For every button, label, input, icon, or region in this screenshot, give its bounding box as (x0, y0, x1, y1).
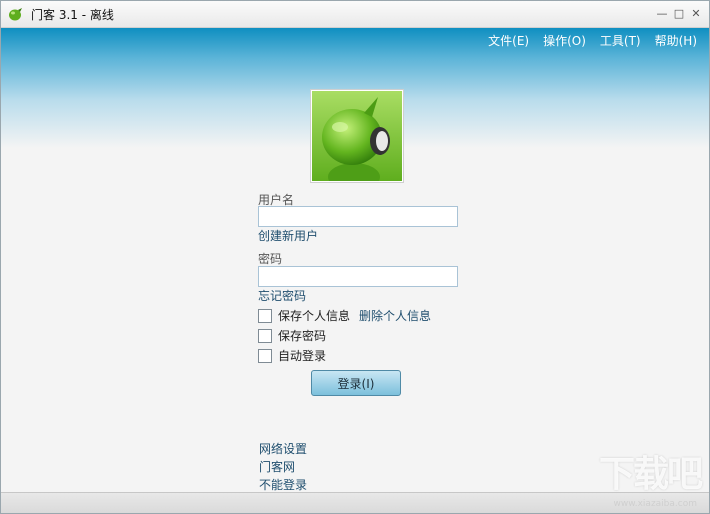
menu-file[interactable]: 文件(E) (488, 32, 529, 49)
save-profile-row: 保存个人信息 (258, 307, 350, 324)
save-profile-checkbox[interactable] (258, 308, 272, 323)
save-profile-label: 保存个人信息 (278, 309, 351, 323)
app-window: 门客 3.1 - 离线 — □ ✕ 文件(E) 操作(O) 工具(T) 帮助(H… (0, 0, 710, 514)
auto-login-row: 自动登录 (258, 347, 326, 364)
cannot-login-link[interactable]: 不能登录 (259, 476, 307, 493)
menu-operate[interactable]: 操作(O) (543, 32, 586, 49)
auto-login-checkbox[interactable] (258, 348, 272, 363)
username-input[interactable] (258, 206, 458, 227)
menke-site-link[interactable]: 门客网 (259, 458, 295, 475)
app-logo-icon (9, 8, 22, 21)
network-settings-link[interactable]: 网络设置 (259, 440, 307, 457)
user-avatar (310, 89, 404, 191)
save-password-label: 保存密码 (278, 329, 327, 343)
window-title: 门客 3.1 - 离线 (31, 8, 114, 22)
auto-login-label: 自动登录 (278, 349, 327, 363)
menu-help[interactable]: 帮助(H) (655, 32, 697, 49)
create-user-link[interactable]: 创建新用户 (258, 227, 318, 244)
close-button[interactable]: ✕ (689, 5, 703, 21)
watermark-logo: 下载吧 (598, 454, 703, 495)
minimize-button[interactable]: — (655, 5, 669, 21)
password-input[interactable] (258, 266, 458, 287)
avatar-mascot-icon (312, 91, 402, 191)
save-password-checkbox[interactable] (258, 328, 272, 343)
login-button[interactable]: 登录(I) (311, 370, 401, 396)
password-label: 密码 (258, 252, 283, 266)
maximize-button[interactable]: □ (672, 5, 686, 21)
save-password-row: 保存密码 (258, 327, 326, 344)
title-bar: 门客 3.1 - 离线 — □ ✕ (1, 1, 709, 28)
watermark-url: www.xiazaiba.com (613, 499, 697, 509)
forgot-password-link[interactable]: 忘记密码 (258, 287, 306, 304)
menu-bar: 文件(E) 操作(O) 工具(T) 帮助(H) (488, 32, 697, 49)
menu-tools[interactable]: 工具(T) (600, 32, 641, 49)
delete-profile-link[interactable]: 删除个人信息 (359, 307, 431, 324)
